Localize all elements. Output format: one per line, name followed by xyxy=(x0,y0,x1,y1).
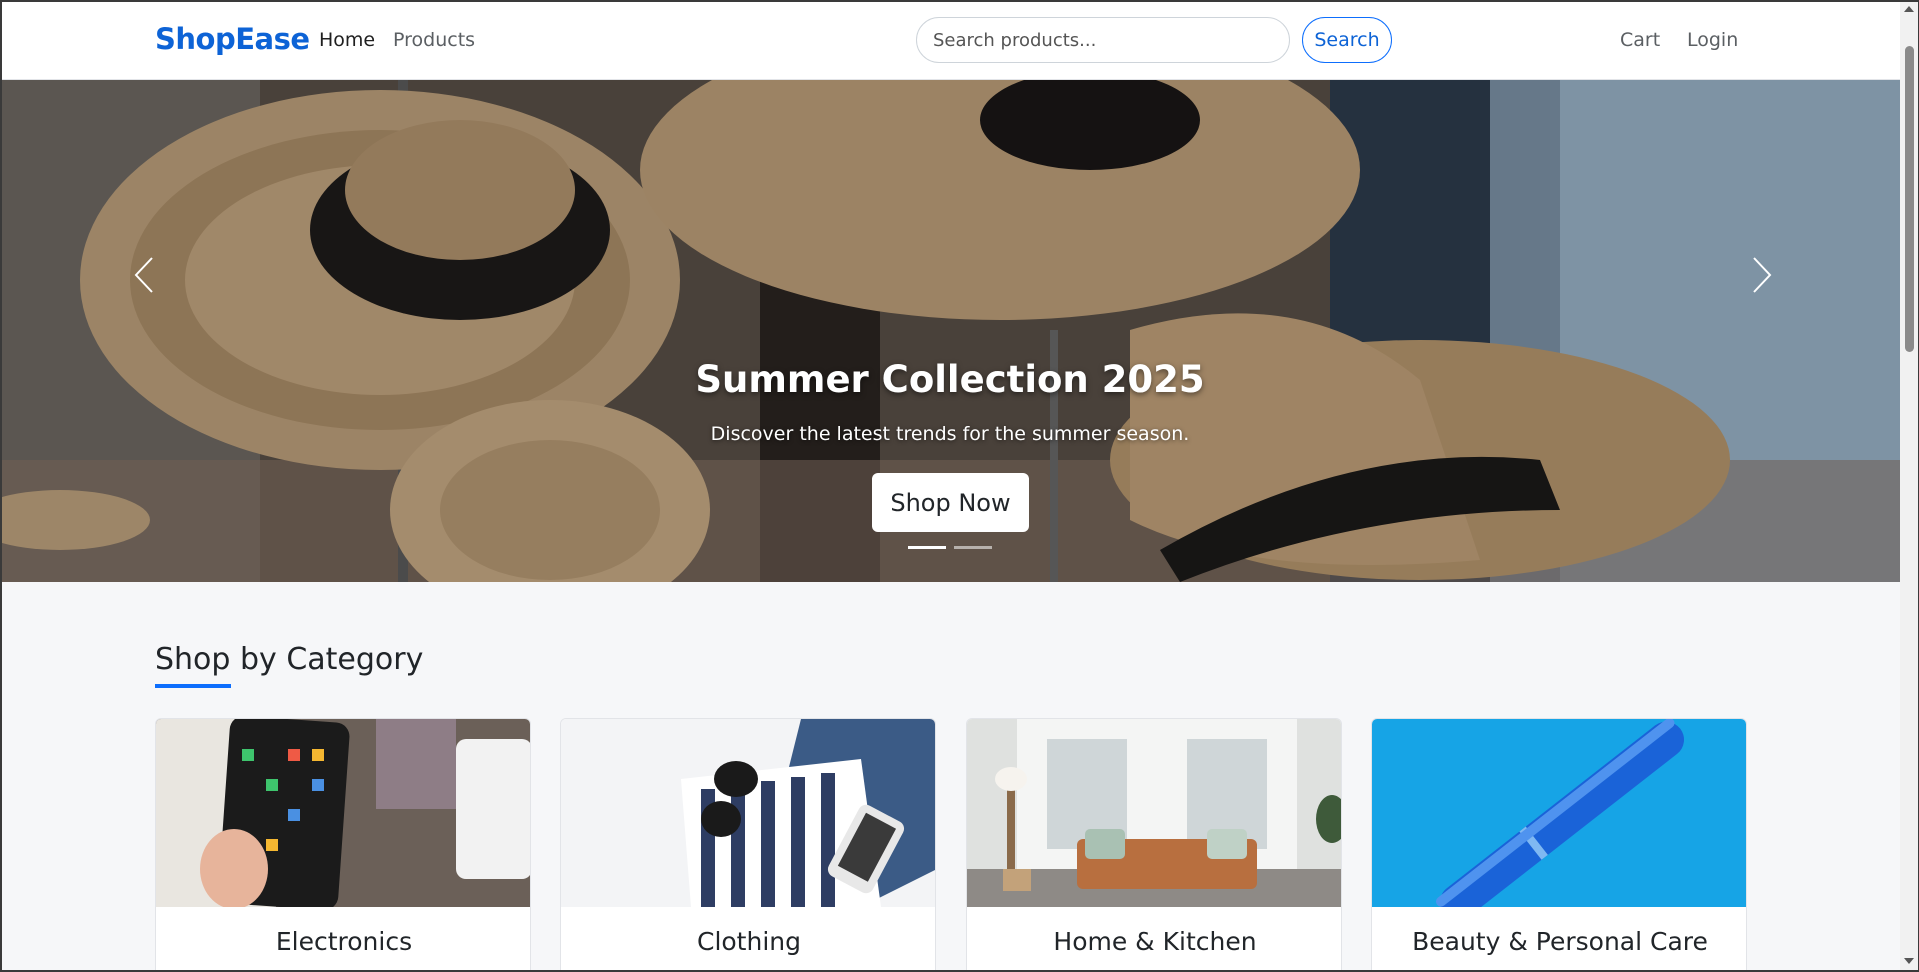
scroll-down-icon[interactable] xyxy=(1904,958,1914,964)
nav-link-products[interactable]: Products xyxy=(393,29,475,51)
carousel-prev-button[interactable] xyxy=(126,250,166,300)
shop-now-button[interactable]: Shop Now xyxy=(872,473,1029,532)
category-image-electronics xyxy=(156,719,530,907)
scrollbar-thumb[interactable] xyxy=(1905,46,1914,352)
page-scrollbar[interactable] xyxy=(1900,0,1918,972)
chevron-right-icon xyxy=(1753,257,1772,293)
scroll-up-icon[interactable] xyxy=(1904,6,1914,12)
search-button[interactable]: Search xyxy=(1302,17,1392,63)
title-underline xyxy=(155,684,231,688)
hero-title: Summer Collection 2025 xyxy=(695,358,1205,401)
section-title: Shop by Category xyxy=(155,642,424,677)
category-card-home-kitchen[interactable]: Home & Kitchen xyxy=(966,718,1342,972)
category-image-beauty-personal-care xyxy=(1372,719,1746,907)
category-card-clothing[interactable]: Clothing xyxy=(560,718,936,972)
category-image-clothing xyxy=(561,719,935,907)
brand-logo[interactable]: ShopEase xyxy=(155,22,310,56)
nav-link-cart[interactable]: Cart xyxy=(1620,29,1660,51)
carousel-indicator-1[interactable] xyxy=(908,546,946,549)
category-label: Beauty & Personal Care xyxy=(1412,927,1708,956)
category-label: Clothing xyxy=(696,927,801,956)
chevron-left-icon xyxy=(134,257,153,293)
category-label: Home & Kitchen xyxy=(1053,927,1257,956)
hero-subtitle: Discover the latest trends for the summe… xyxy=(710,423,1190,445)
nav-link-home[interactable]: Home xyxy=(319,29,375,51)
hero-carousel: Summer Collection 2025 Discover the late… xyxy=(0,80,1900,582)
carousel-next-button[interactable] xyxy=(1740,250,1780,300)
carousel-indicator-2[interactable] xyxy=(954,546,992,549)
category-label: Electronics xyxy=(275,927,413,956)
category-card-electronics[interactable]: Electronics xyxy=(155,718,531,972)
navbar: ShopEase Home Products Search Cart Login xyxy=(0,0,1900,80)
search-input[interactable] xyxy=(916,17,1290,63)
category-card-beauty-personal-care[interactable]: Beauty & Personal Care xyxy=(1371,718,1747,972)
category-image-home-kitchen xyxy=(967,719,1341,907)
nav-link-login[interactable]: Login xyxy=(1687,29,1738,51)
